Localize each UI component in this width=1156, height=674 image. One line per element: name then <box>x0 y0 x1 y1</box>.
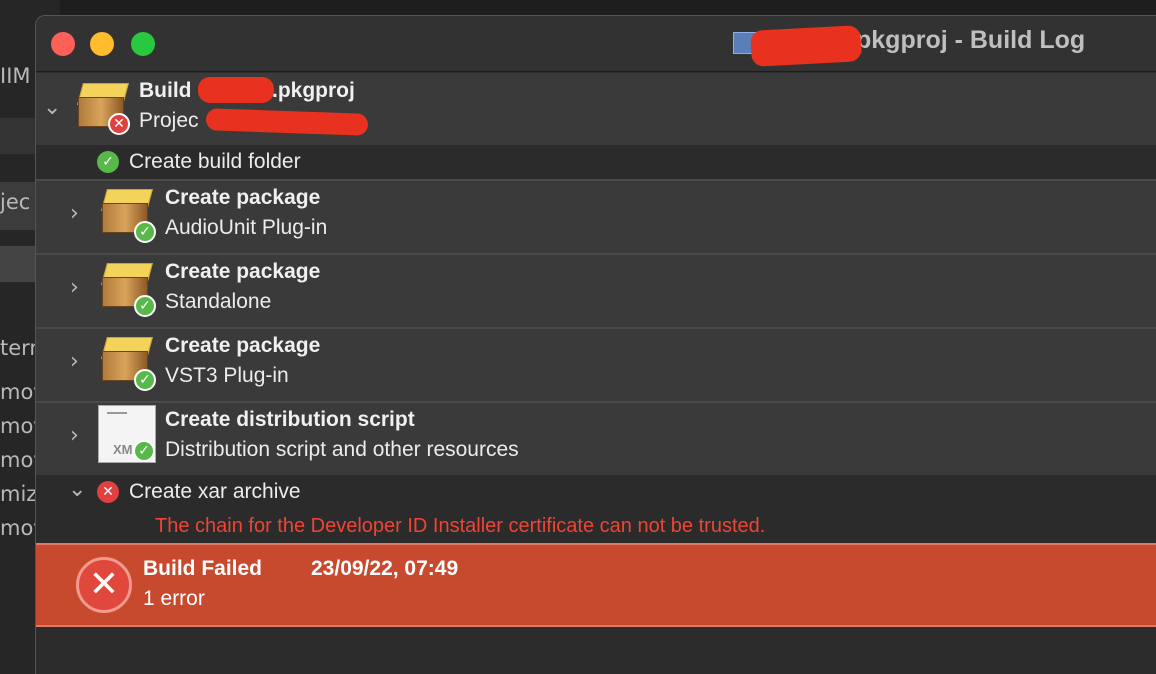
checkmark-icon: ✓ <box>134 295 156 317</box>
result-title: Build Failed <box>143 557 263 580</box>
build-title: Build <box>139 79 192 102</box>
build-subtitle: Projec <box>139 109 199 132</box>
background-text: jec <box>0 190 31 214</box>
chevron-down-icon[interactable]: ⌄ <box>43 95 61 120</box>
minimize-window-button[interactable] <box>90 32 114 56</box>
step-title: Create package <box>165 334 321 357</box>
step-subtitle: VST3 Plug-in <box>165 364 289 387</box>
redaction-mark <box>205 108 369 136</box>
title-bar: pkgproj - Build Log <box>36 16 1156 72</box>
result-timestamp: 23/09/22, 07:49 <box>311 557 459 580</box>
window-title: pkgproj - Build Log <box>856 26 1086 54</box>
background-text: IIM <box>0 64 31 88</box>
error-icon: ✕ <box>97 481 119 503</box>
build-title-suffix: .pkgproj <box>272 79 355 102</box>
document-icon-label: XM <box>113 442 133 457</box>
checkmark-icon: ✓ <box>134 369 156 391</box>
step-title: Create package <box>165 260 321 283</box>
background-text: move <box>0 414 36 438</box>
redaction-mark <box>750 25 862 67</box>
close-window-button[interactable] <box>51 32 75 56</box>
build-log-window: pkgproj - Build Log ⌄ ✕ Build .pkgproj P… <box>35 15 1156 674</box>
step-title: Create xar archive <box>129 480 301 503</box>
error-circle-icon: ✕ <box>76 557 132 613</box>
chevron-right-icon[interactable]: › <box>70 423 79 448</box>
package-icon: ✓ <box>98 187 156 243</box>
checkmark-icon: ✓ <box>97 151 119 173</box>
error-message: The chain for the Developer ID Installer… <box>155 515 766 537</box>
chevron-right-icon[interactable]: › <box>70 275 79 300</box>
step-row[interactable]: › ✓ Create package Standalone <box>36 255 1156 327</box>
step-title: Create distribution script <box>165 408 415 431</box>
package-icon: ✓ <box>98 261 156 317</box>
build-row[interactable]: ⌄ ✕ Build .pkgproj Projec <box>36 73 1156 145</box>
step-subtitle: Standalone <box>165 290 272 313</box>
package-icon: ✕ <box>74 81 130 135</box>
background-text: tern <box>0 336 36 360</box>
step-row[interactable]: ✓ Create build folder <box>36 145 1156 179</box>
background-band <box>0 246 36 282</box>
step-subtitle: Distribution script and other resources <box>165 438 519 461</box>
background-text: move <box>0 380 36 404</box>
step-row[interactable]: › ✓ Create package AudioUnit Plug-in <box>36 181 1156 253</box>
background-band <box>0 118 36 154</box>
checkmark-icon: ✓ <box>133 440 155 462</box>
zoom-window-button[interactable] <box>131 32 155 56</box>
background-text: move <box>0 448 36 472</box>
result-summary: 1 error <box>143 587 205 610</box>
step-row[interactable]: › ✓ Create package VST3 Plug-in <box>36 329 1156 401</box>
checkmark-icon: ✓ <box>134 221 156 243</box>
chevron-right-icon[interactable]: › <box>70 201 79 226</box>
build-result-bar: ✕ Build Failed 23/09/22, 07:49 1 error <box>36 543 1156 627</box>
step-row[interactable]: ⌄ ✕ Create xar archive The chain for the… <box>36 475 1156 543</box>
xml-document-icon: XM ✓ <box>98 405 156 463</box>
background-text: move <box>0 516 36 540</box>
error-badge-icon: ✕ <box>108 113 130 135</box>
step-row[interactable]: › XM ✓ Create distribution script Distri… <box>36 403 1156 475</box>
chevron-down-icon[interactable]: ⌄ <box>68 477 86 502</box>
package-icon: ✓ <box>98 335 156 391</box>
redaction-mark <box>198 77 274 103</box>
step-title: Create build folder <box>129 150 301 173</box>
step-title: Create package <box>165 186 321 209</box>
background-text: miz <box>0 482 36 506</box>
step-subtitle: AudioUnit Plug-in <box>165 216 328 239</box>
chevron-right-icon[interactable]: › <box>70 349 79 374</box>
